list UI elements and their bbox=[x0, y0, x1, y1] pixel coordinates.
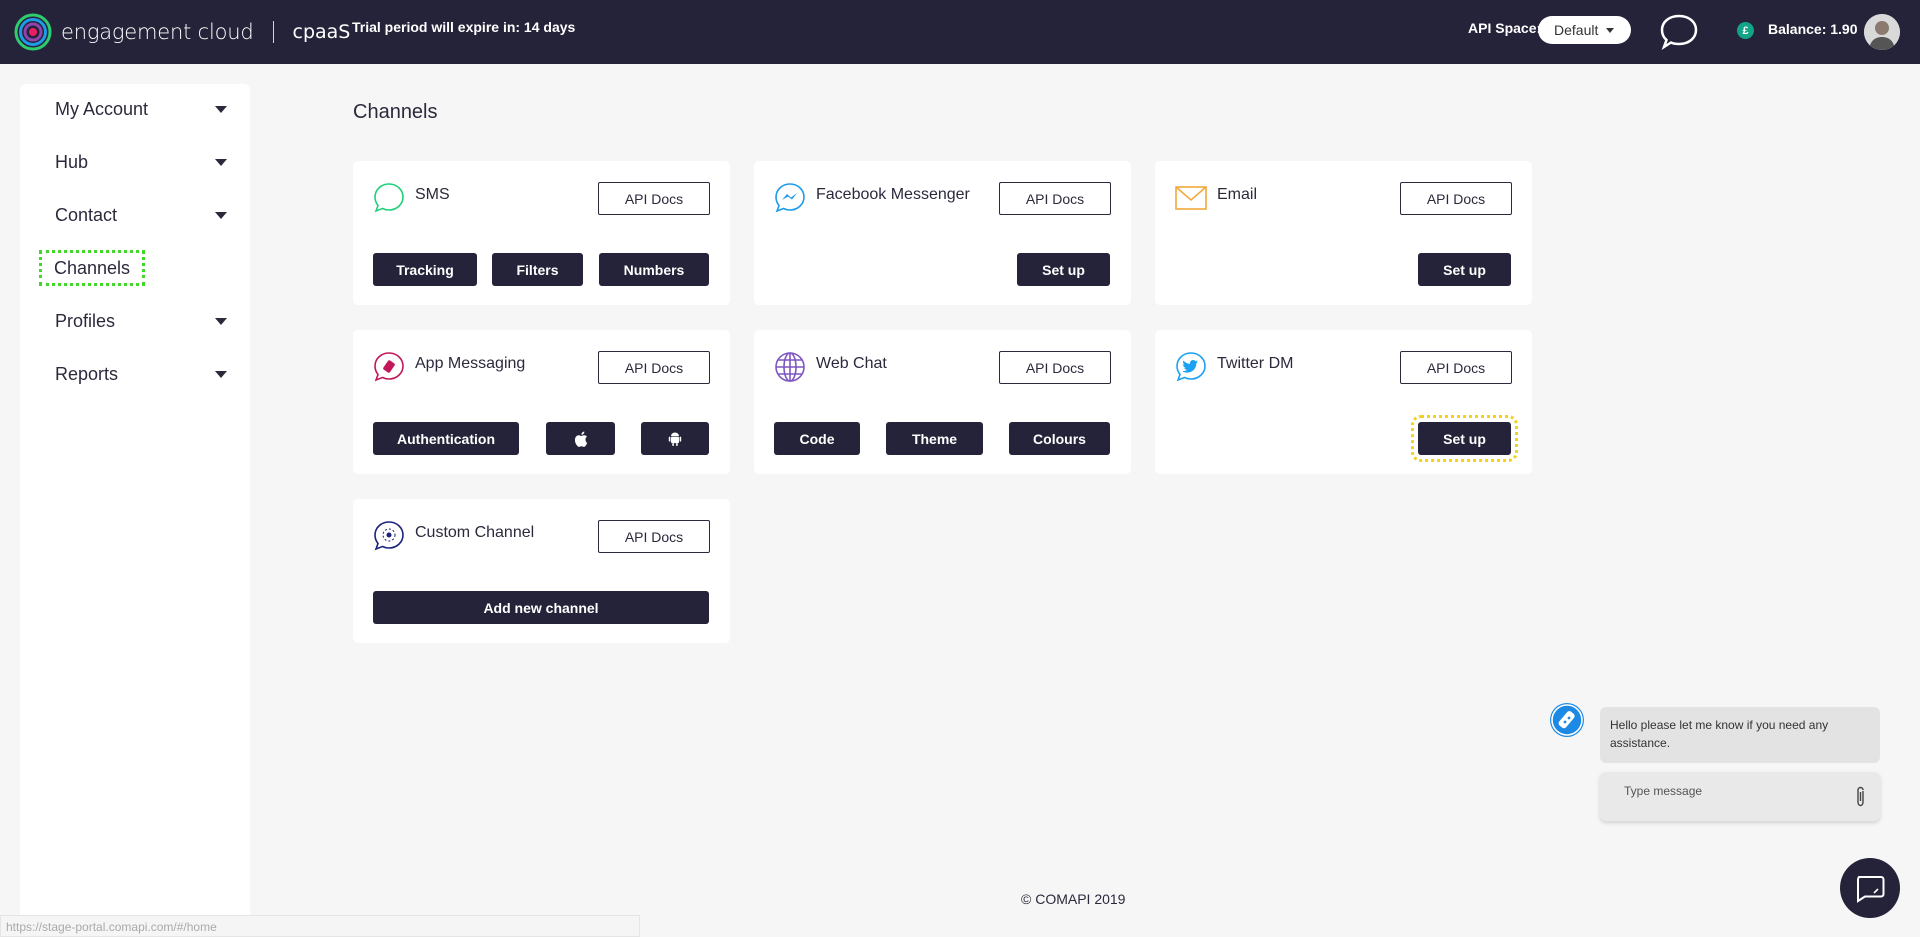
globe-icon bbox=[775, 352, 805, 382]
setup-button[interactable]: Set up bbox=[1017, 253, 1110, 286]
balance-text: Balance: 1.90 bbox=[1768, 21, 1858, 37]
trial-notice: Trial period will expire in: 14 days bbox=[352, 19, 576, 35]
status-bar-url: https://stage-portal.comapi.com/#/home bbox=[0, 915, 640, 937]
sidebar-item-contact[interactable]: Contact bbox=[55, 200, 227, 230]
colours-button[interactable]: Colours bbox=[1009, 422, 1110, 455]
channel-card-twitter-dm: Twitter DM API Docs Set up bbox=[1155, 330, 1532, 474]
chevron-down-icon bbox=[1606, 28, 1614, 33]
card-title: Custom Channel bbox=[415, 524, 535, 541]
message-input[interactable]: Type message bbox=[1600, 772, 1880, 821]
avatar[interactable] bbox=[1864, 14, 1900, 50]
logo-text: engagement cloud bbox=[61, 20, 254, 44]
sidebar-item-label: Profiles bbox=[55, 310, 116, 331]
chat-launcher-button[interactable] bbox=[1840, 858, 1900, 918]
api-docs-button[interactable]: API Docs bbox=[999, 182, 1111, 215]
page-title: Channels bbox=[353, 101, 438, 123]
api-space-select[interactable]: Default bbox=[1538, 16, 1631, 44]
card-title: SMS bbox=[415, 186, 450, 203]
channel-card-email: Email API Docs Set up bbox=[1155, 161, 1532, 305]
logo[interactable]: engagement cloud cpaaS bbox=[14, 13, 350, 51]
bot-icon bbox=[1551, 704, 1583, 736]
api-docs-button[interactable]: API Docs bbox=[1400, 182, 1512, 215]
api-docs-button[interactable]: API Docs bbox=[999, 351, 1111, 384]
bot-avatar bbox=[1550, 703, 1584, 737]
code-button[interactable]: Code bbox=[774, 422, 860, 455]
twitter-icon bbox=[1176, 352, 1206, 382]
copyright: © COMAPI 2019 bbox=[1021, 891, 1126, 907]
user-avatar-icon bbox=[1864, 14, 1900, 50]
sidebar-item-reports[interactable]: Reports bbox=[55, 359, 227, 389]
sidebar-item-hub[interactable]: Hub bbox=[55, 147, 227, 177]
sidebar-item-label: My Account bbox=[55, 98, 149, 119]
chat-bubble-icon[interactable] bbox=[1658, 12, 1700, 52]
caret-down-icon bbox=[215, 318, 227, 325]
caret-down-icon bbox=[215, 371, 227, 378]
channel-card-sms: SMS API Docs Tracking Filters Numbers bbox=[353, 161, 730, 305]
filters-button[interactable]: Filters bbox=[492, 253, 583, 286]
authentication-button[interactable]: Authentication bbox=[373, 422, 519, 455]
logo-icon bbox=[14, 13, 52, 51]
api-docs-button[interactable]: API Docs bbox=[598, 520, 710, 553]
top-bar: engagement cloud cpaaS Trial period will… bbox=[0, 0, 1920, 64]
card-title: Email bbox=[1217, 186, 1258, 203]
messenger-icon bbox=[775, 183, 805, 213]
sms-icon bbox=[374, 183, 404, 213]
chat-icon bbox=[1857, 876, 1885, 903]
email-icon bbox=[1175, 186, 1207, 210]
numbers-button[interactable]: Numbers bbox=[599, 253, 709, 286]
sidebar: My Account Hub Contact Channels Profiles… bbox=[20, 84, 250, 920]
sidebar-item-channels[interactable]: Channels bbox=[38, 250, 146, 286]
android-button[interactable] bbox=[641, 422, 709, 455]
api-docs-button[interactable]: API Docs bbox=[598, 351, 710, 384]
sidebar-item-label: Contact bbox=[55, 204, 118, 225]
caret-down-icon bbox=[215, 212, 227, 219]
sidebar-item-profiles[interactable]: Profiles bbox=[55, 306, 227, 336]
setup-button[interactable]: Set up bbox=[1411, 415, 1518, 462]
sidebar-item-label: Reports bbox=[55, 363, 119, 384]
logo-divider bbox=[272, 21, 274, 43]
add-new-channel-button[interactable]: Add new channel bbox=[373, 591, 709, 624]
currency-icon: £ bbox=[1737, 22, 1754, 39]
api-docs-button[interactable]: API Docs bbox=[598, 182, 710, 215]
message-placeholder: Type message bbox=[1624, 784, 1703, 798]
card-title: App Messaging bbox=[415, 355, 526, 372]
bot-message: Hello please let me know if you need any… bbox=[1600, 707, 1880, 763]
sidebar-item-label: Channels bbox=[54, 257, 131, 278]
card-title: Twitter DM bbox=[1217, 355, 1294, 372]
attachment-icon[interactable] bbox=[1854, 786, 1868, 808]
channel-card-web-chat: Web Chat API Docs Code Theme Colours bbox=[754, 330, 1131, 474]
card-title: Web Chat bbox=[816, 355, 887, 372]
tracking-button[interactable]: Tracking bbox=[373, 253, 477, 286]
apple-button[interactable] bbox=[546, 422, 615, 455]
apple-icon bbox=[574, 431, 587, 447]
api-space-value: Default bbox=[1554, 22, 1599, 38]
api-space-label: API Space: bbox=[1468, 20, 1542, 36]
setup-button[interactable]: Set up bbox=[1418, 253, 1511, 286]
channel-card-facebook-messenger: Facebook Messenger API Docs Set up bbox=[754, 161, 1131, 305]
app-messaging-icon bbox=[374, 352, 404, 382]
sidebar-item-label: Hub bbox=[55, 151, 89, 172]
theme-button[interactable]: Theme bbox=[886, 422, 983, 455]
api-docs-button[interactable]: API Docs bbox=[1400, 351, 1512, 384]
channel-card-app-messaging: App Messaging API Docs Authentication bbox=[353, 330, 730, 474]
caret-down-icon bbox=[215, 159, 227, 166]
card-title: Facebook Messenger bbox=[816, 186, 970, 203]
custom-channel-icon bbox=[374, 521, 404, 551]
caret-down-icon bbox=[215, 106, 227, 113]
sidebar-item-my-account[interactable]: My Account bbox=[55, 94, 227, 124]
android-icon bbox=[668, 432, 682, 446]
logo-product: cpaaS bbox=[292, 21, 351, 43]
channel-card-custom-channel: Custom Channel API Docs Add new channel bbox=[353, 499, 730, 643]
